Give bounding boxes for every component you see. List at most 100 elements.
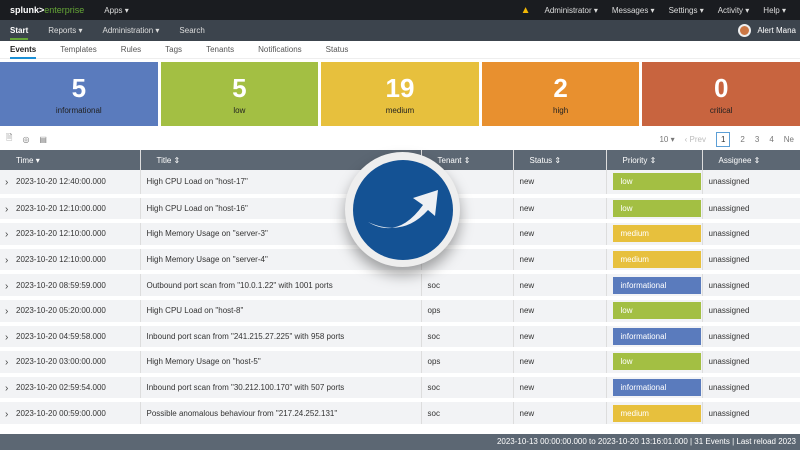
table-row[interactable]: 2023-10-20 05:20:00.000High CPU Load on … bbox=[0, 297, 800, 326]
tile-critical[interactable]: 0 critical bbox=[642, 62, 800, 126]
help-menu[interactable]: Help ▾ bbox=[763, 6, 786, 15]
status-cell: new bbox=[513, 349, 607, 377]
table-row[interactable]: 2023-10-20 03:00:00.000High Memory Usage… bbox=[0, 349, 800, 377]
column-header[interactable]: Priority ⇕ bbox=[606, 150, 703, 170]
priority-cell: low bbox=[606, 349, 703, 377]
tile-label: low bbox=[233, 106, 246, 115]
logo-suffix: enterprise bbox=[44, 5, 85, 15]
column-header[interactable]: Assignee ⇕ bbox=[702, 150, 800, 170]
tile-count: 19 bbox=[385, 73, 415, 103]
export-icon[interactable]: 🗎 bbox=[6, 132, 12, 146]
time-cell: 2023-10-20 12:40:00.000 bbox=[0, 170, 141, 198]
prev-page[interactable]: ‹ Prev bbox=[685, 135, 706, 144]
time-cell: 2023-10-20 12:10:00.000 bbox=[0, 195, 141, 224]
next-page[interactable]: Ne bbox=[784, 135, 794, 144]
administrator-menu[interactable]: Administrator ▾ bbox=[544, 6, 597, 15]
priority-badge: low bbox=[612, 302, 701, 320]
time-cell: 2023-10-20 05:20:00.000 bbox=[0, 297, 141, 326]
tile-informational[interactable]: 5 informational bbox=[0, 62, 158, 126]
messages-menu[interactable]: Messages ▾ bbox=[612, 6, 655, 15]
tile-low[interactable]: 5 low bbox=[160, 62, 319, 126]
priority-cell: medium bbox=[606, 400, 703, 428]
status-footer: 2023-10-13 00:00:00.000 to 2023-10-20 13… bbox=[0, 434, 800, 450]
tab-templates[interactable]: Templates bbox=[60, 45, 96, 54]
splunk-logo[interactable]: splunk>enterprise bbox=[10, 5, 84, 15]
tenant-cell: soc bbox=[421, 374, 514, 403]
status-cell: new bbox=[513, 246, 607, 275]
title-cell: Inbound port scan from "30.212.100.170" … bbox=[140, 374, 422, 403]
assignee-cell: unassigned bbox=[702, 246, 800, 275]
priority-badge: low bbox=[612, 199, 701, 217]
priority-cell: informational bbox=[606, 272, 703, 300]
tab-tenants[interactable]: Tenants bbox=[206, 45, 234, 54]
priority-badge: medium bbox=[612, 251, 701, 269]
time-cell: 2023-10-20 00:59:00.000 bbox=[0, 400, 141, 428]
time-cell: 2023-10-20 03:00:00.000 bbox=[0, 349, 141, 377]
tile-medium[interactable]: 19 medium bbox=[321, 62, 479, 126]
time-cell: 2023-10-20 12:10:00.000 bbox=[0, 246, 141, 275]
tile-high[interactable]: 2 high bbox=[481, 62, 640, 126]
priority-badge: low bbox=[612, 173, 701, 191]
status-cell: new bbox=[513, 195, 607, 224]
assignee-cell: unassigned bbox=[702, 195, 800, 224]
assignee-cell: unassigned bbox=[702, 221, 800, 249]
warning-icon[interactable]: ▲ bbox=[521, 5, 531, 16]
hide-icon[interactable]: ◎ bbox=[22, 135, 29, 144]
title-cell: High CPU Load on "host-8" bbox=[140, 297, 422, 326]
priority-cell: medium bbox=[606, 246, 703, 275]
nav-administration[interactable]: Administration ▾ bbox=[102, 26, 159, 35]
time-cell: 2023-10-20 04:59:58.000 bbox=[0, 323, 141, 352]
page-1[interactable]: 1 bbox=[715, 131, 731, 147]
tenant-cell: ops bbox=[421, 349, 514, 377]
nav-start[interactable]: Start bbox=[10, 21, 29, 40]
assignee-cell: unassigned bbox=[702, 297, 800, 326]
page-3[interactable]: 3 bbox=[755, 135, 759, 144]
tab-events[interactable]: Events bbox=[10, 40, 37, 59]
table-row[interactable]: 2023-10-20 00:59:00.000Possible anomalou… bbox=[0, 400, 800, 428]
priority-cell: low bbox=[606, 170, 703, 198]
tile-count: 2 bbox=[553, 73, 568, 103]
status-cell: new bbox=[513, 374, 607, 403]
table-row[interactable]: 2023-10-20 08:59:59.000Outbound port sca… bbox=[0, 272, 800, 300]
priority-badge: low bbox=[612, 353, 701, 371]
status-cell: new bbox=[513, 221, 607, 249]
page-4[interactable]: 4 bbox=[769, 135, 773, 144]
tab-tags[interactable]: Tags bbox=[165, 45, 182, 54]
status-cell: new bbox=[513, 297, 607, 326]
page-size-select[interactable]: 10 ▾ bbox=[659, 135, 674, 144]
app-title: Alert Mana bbox=[738, 24, 800, 37]
status-cell: new bbox=[513, 323, 607, 352]
title-cell: High Memory Usage on "host-5" bbox=[140, 349, 422, 377]
tab-status[interactable]: Status bbox=[326, 45, 349, 54]
tile-label: medium bbox=[385, 106, 415, 115]
tab-rules[interactable]: Rules bbox=[121, 45, 141, 54]
time-cell: 2023-10-20 08:59:59.000 bbox=[0, 272, 141, 300]
tab-notifications[interactable]: Notifications bbox=[258, 45, 302, 54]
apps-menu[interactable]: Apps ▾ bbox=[104, 6, 128, 15]
tabs: Events Templates Rules Tags Tenants Noti… bbox=[0, 41, 800, 59]
column-header[interactable]: Time ▾ bbox=[0, 150, 141, 170]
logo-text: splunk> bbox=[10, 5, 45, 15]
priority-cell: medium bbox=[606, 221, 703, 249]
column-header[interactable]: Status ⇕ bbox=[513, 150, 607, 170]
priority-badge: informational bbox=[612, 379, 701, 397]
priority-cell: low bbox=[606, 195, 703, 224]
tenant-cell: ops bbox=[421, 297, 514, 326]
tenant-cell: soc bbox=[421, 323, 514, 352]
nav-reports[interactable]: Reports ▾ bbox=[48, 26, 82, 35]
app-title-text: Alert Mana bbox=[757, 26, 796, 35]
title-cell: Possible anomalous behaviour from "217.2… bbox=[140, 400, 422, 428]
tile-count: 5 bbox=[232, 73, 247, 103]
assignee-cell: unassigned bbox=[702, 374, 800, 403]
page-2[interactable]: 2 bbox=[740, 135, 744, 144]
assignee-cell: unassigned bbox=[702, 349, 800, 377]
table-row[interactable]: 2023-10-20 04:59:58.000Inbound port scan… bbox=[0, 323, 800, 352]
settings-menu[interactable]: Settings ▾ bbox=[669, 6, 704, 15]
table-row[interactable]: 2023-10-20 02:59:54.000Inbound port scan… bbox=[0, 374, 800, 403]
activity-menu[interactable]: Activity ▾ bbox=[718, 6, 750, 15]
status-cell: new bbox=[513, 170, 607, 198]
time-cell: 2023-10-20 02:59:54.000 bbox=[0, 374, 141, 403]
tile-count: 5 bbox=[71, 73, 87, 103]
columns-icon[interactable]: ▤ bbox=[39, 135, 47, 144]
nav-search[interactable]: Search bbox=[179, 26, 204, 35]
